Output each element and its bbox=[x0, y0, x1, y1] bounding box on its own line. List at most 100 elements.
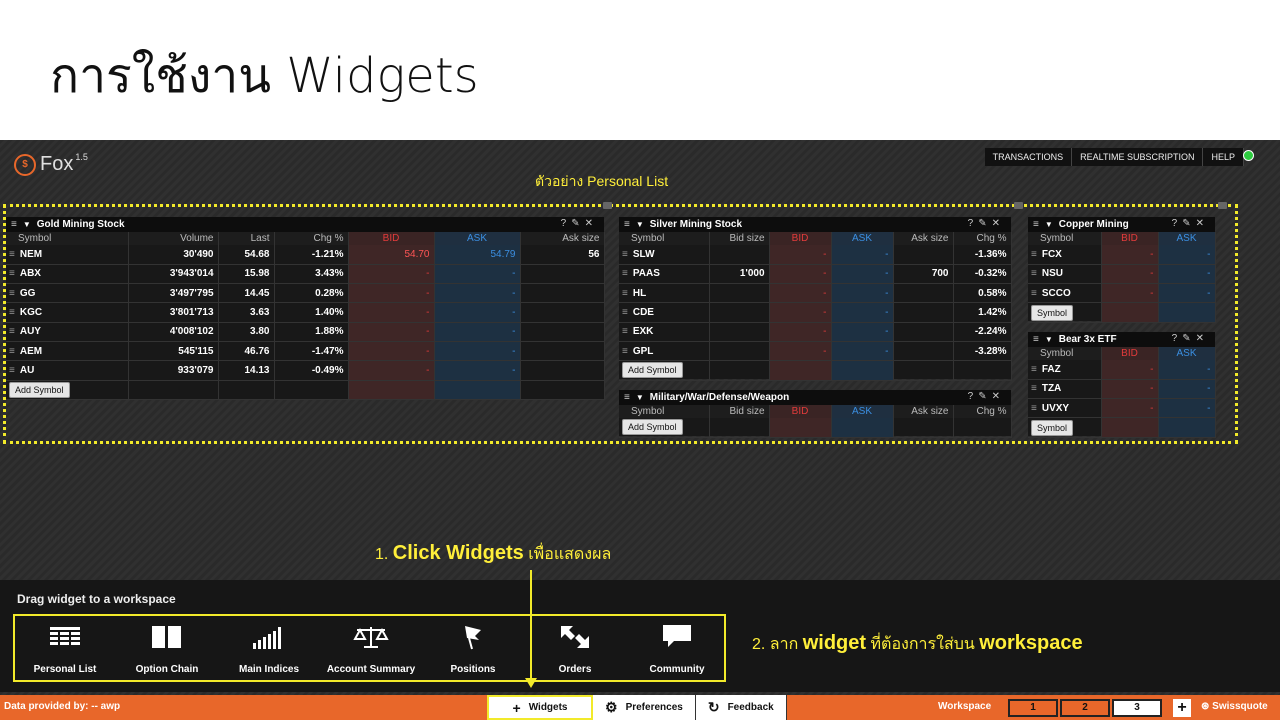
menu-icon[interactable]: ≡ bbox=[624, 219, 630, 230]
table-row[interactable]: ≡ AU 933'079 14.13 -0.49% - - bbox=[6, 360, 605, 381]
palette-account-summary[interactable]: Account Summary bbox=[321, 616, 421, 675]
table-row[interactable]: ≡ PAAS 1'000- -700 -0.32% bbox=[619, 264, 1012, 285]
col-header[interactable]: ASK bbox=[1158, 232, 1216, 245]
symbol-cell[interactable]: ≡ FAZ bbox=[1028, 360, 1102, 380]
collapse-icon[interactable]: ▼ bbox=[636, 393, 644, 402]
table-row[interactable]: ≡ GG 3'497'795 14.45 0.28% - - bbox=[6, 283, 605, 304]
table-row[interactable]: ≡ SLW - - -1.36% bbox=[619, 245, 1012, 265]
col-header[interactable]: ASK bbox=[831, 405, 894, 418]
collapse-icon[interactable]: ▼ bbox=[1045, 335, 1053, 344]
widgets-button[interactable]: + Widgets bbox=[487, 695, 593, 720]
widget-controls-icon[interactable]: ?✎✕ bbox=[1172, 218, 1209, 229]
table-row[interactable]: ≡ NSU - - bbox=[1028, 264, 1216, 285]
table-row[interactable]: ≡ CDE - - 1.42% bbox=[619, 302, 1012, 323]
widget-header[interactable]: ≡ ▼ Silver Mining Stock ?✎✕ bbox=[619, 217, 1011, 232]
symbol-cell[interactable]: ≡ PAAS bbox=[619, 264, 710, 285]
nav-realtime-subscription[interactable]: REALTIME SUBSCRIPTION bbox=[1072, 148, 1204, 166]
menu-icon[interactable]: ≡ bbox=[1033, 334, 1039, 345]
drag-row-icon[interactable]: ≡ bbox=[9, 307, 15, 318]
workspace-1-button[interactable]: 1 bbox=[1008, 699, 1058, 717]
col-header[interactable]: ASK bbox=[434, 232, 521, 245]
widget-controls-icon[interactable]: ?✎✕ bbox=[968, 391, 1005, 402]
palette-positions[interactable]: Positions bbox=[423, 616, 523, 675]
collapse-icon[interactable]: ▼ bbox=[636, 220, 644, 229]
add-symbol-button[interactable]: Add Symbol bbox=[622, 419, 683, 436]
table-row[interactable]: ≡ UVXY - - bbox=[1028, 398, 1216, 419]
symbol-cell[interactable]: ≡ AUY bbox=[6, 322, 129, 342]
drag-row-icon[interactable]: ≡ bbox=[1031, 364, 1037, 375]
symbol-cell[interactable]: ≡ AU bbox=[6, 360, 129, 381]
table-row[interactable]: ≡ FAZ - - bbox=[1028, 360, 1216, 380]
col-header[interactable]: Symbol bbox=[619, 232, 710, 245]
table-row[interactable]: ≡ SCCO - - bbox=[1028, 283, 1216, 304]
symbol-cell[interactable]: ≡ TZA bbox=[1028, 379, 1102, 400]
collapse-icon[interactable]: ▼ bbox=[1045, 220, 1053, 229]
widget-controls-icon[interactable]: ?✎✕ bbox=[561, 218, 598, 229]
menu-icon[interactable]: ≡ bbox=[11, 219, 17, 230]
table-row[interactable]: ≡ KGC 3'801'713 3.63 1.40% - - bbox=[6, 302, 605, 323]
drag-row-icon[interactable]: ≡ bbox=[9, 288, 15, 299]
col-header[interactable]: BID bbox=[348, 232, 435, 245]
symbol-cell[interactable]: ≡ CDE bbox=[619, 302, 710, 323]
symbol-cell[interactable]: ≡ GPL bbox=[619, 341, 710, 362]
col-header[interactable]: BID bbox=[769, 232, 832, 245]
col-header[interactable]: Ask size bbox=[520, 232, 605, 245]
widget-controls-icon[interactable]: ?✎✕ bbox=[968, 218, 1005, 229]
palette-option-chain[interactable]: Option Chain bbox=[117, 616, 217, 675]
add-symbol-button[interactable]: Add Symbol bbox=[622, 362, 683, 379]
add-symbol-button[interactable]: Add Symbol bbox=[9, 381, 70, 398]
col-header[interactable]: Ask size bbox=[893, 405, 954, 418]
drag-row-icon[interactable]: ≡ bbox=[9, 268, 15, 279]
table-row[interactable]: ≡ NEM 30'490 54.68 -1.21% 54.70 54.79 56 bbox=[6, 245, 605, 265]
widget-header[interactable]: ≡ ▼ Gold Mining Stock ?✎✕ bbox=[6, 217, 604, 232]
col-header[interactable]: Chg % bbox=[953, 405, 1012, 418]
palette-main-indices[interactable]: Main Indices bbox=[219, 616, 319, 675]
symbol-cell[interactable]: ≡ GG bbox=[6, 283, 129, 304]
drag-handle-icon[interactable] bbox=[1218, 202, 1227, 209]
table-row[interactable]: ≡ EXK - - -2.24% bbox=[619, 322, 1012, 342]
workspace-3-button[interactable]: 3 bbox=[1112, 699, 1162, 717]
widget-controls-icon[interactable]: ?✎✕ bbox=[1172, 333, 1209, 344]
col-header[interactable]: BID bbox=[1101, 232, 1159, 245]
widget-header[interactable]: ≡ ▼ Copper Mining ?✎✕ bbox=[1028, 217, 1215, 232]
col-header[interactable]: Symbol bbox=[6, 232, 129, 245]
workspace-2-button[interactable]: 2 bbox=[1060, 699, 1110, 717]
table-row[interactable]: ≡ GPL - - -3.28% bbox=[619, 341, 1012, 362]
col-header[interactable]: Chg % bbox=[274, 232, 349, 245]
drag-row-icon[interactable]: ≡ bbox=[622, 346, 628, 357]
drag-row-icon[interactable]: ≡ bbox=[1031, 288, 1037, 299]
drag-row-icon[interactable]: ≡ bbox=[622, 307, 628, 318]
nav-help[interactable]: HELP bbox=[1203, 148, 1244, 166]
drag-row-icon[interactable]: ≡ bbox=[9, 249, 15, 260]
widget-header[interactable]: ≡ ▼ Bear 3x ETF ?✎✕ bbox=[1028, 332, 1215, 347]
drag-row-icon[interactable]: ≡ bbox=[622, 249, 628, 260]
add-workspace-button[interactable]: + bbox=[1173, 699, 1191, 717]
symbol-cell[interactable]: ≡ KGC bbox=[6, 302, 129, 323]
widget-header[interactable]: ≡ ▼ Military/War/Defense/Weapon ?✎✕ bbox=[619, 390, 1011, 405]
collapse-icon[interactable]: ▼ bbox=[23, 220, 31, 229]
palette-personal-list[interactable]: Personal List bbox=[15, 616, 115, 675]
symbol-cell[interactable]: ≡ EXK bbox=[619, 322, 710, 342]
symbol-cell[interactable]: ≡ NSU bbox=[1028, 264, 1102, 285]
symbol-cell[interactable]: ≡ FCX bbox=[1028, 245, 1102, 265]
symbol-cell[interactable]: ≡ HL bbox=[619, 283, 710, 304]
nav-transactions[interactable]: TRANSACTIONS bbox=[985, 148, 1073, 166]
col-header[interactable]: Symbol bbox=[1028, 232, 1102, 245]
col-header[interactable]: Volume bbox=[128, 232, 219, 245]
drag-row-icon[interactable]: ≡ bbox=[9, 365, 15, 376]
symbol-cell[interactable]: ≡ SCCO bbox=[1028, 283, 1102, 304]
drag-row-icon[interactable]: ≡ bbox=[1031, 403, 1037, 414]
drag-row-icon[interactable]: ≡ bbox=[622, 326, 628, 337]
symbol-cell[interactable]: ≡ UVXY bbox=[1028, 398, 1102, 419]
drag-handle-icon[interactable] bbox=[603, 202, 612, 209]
table-row[interactable]: ≡ AUY 4'008'102 3.80 1.88% - - bbox=[6, 322, 605, 342]
palette-orders[interactable]: Orders bbox=[525, 616, 625, 675]
drag-handle-icon[interactable] bbox=[1014, 202, 1023, 209]
feedback-button[interactable]: ↻ Feedback bbox=[695, 695, 787, 720]
symbol-cell[interactable]: ≡ AEM bbox=[6, 341, 129, 362]
drag-row-icon[interactable]: ≡ bbox=[622, 268, 628, 279]
menu-icon[interactable]: ≡ bbox=[624, 392, 630, 403]
col-header[interactable]: Chg % bbox=[953, 232, 1012, 245]
col-header[interactable]: BID bbox=[769, 405, 832, 418]
col-header[interactable]: Last bbox=[218, 232, 275, 245]
